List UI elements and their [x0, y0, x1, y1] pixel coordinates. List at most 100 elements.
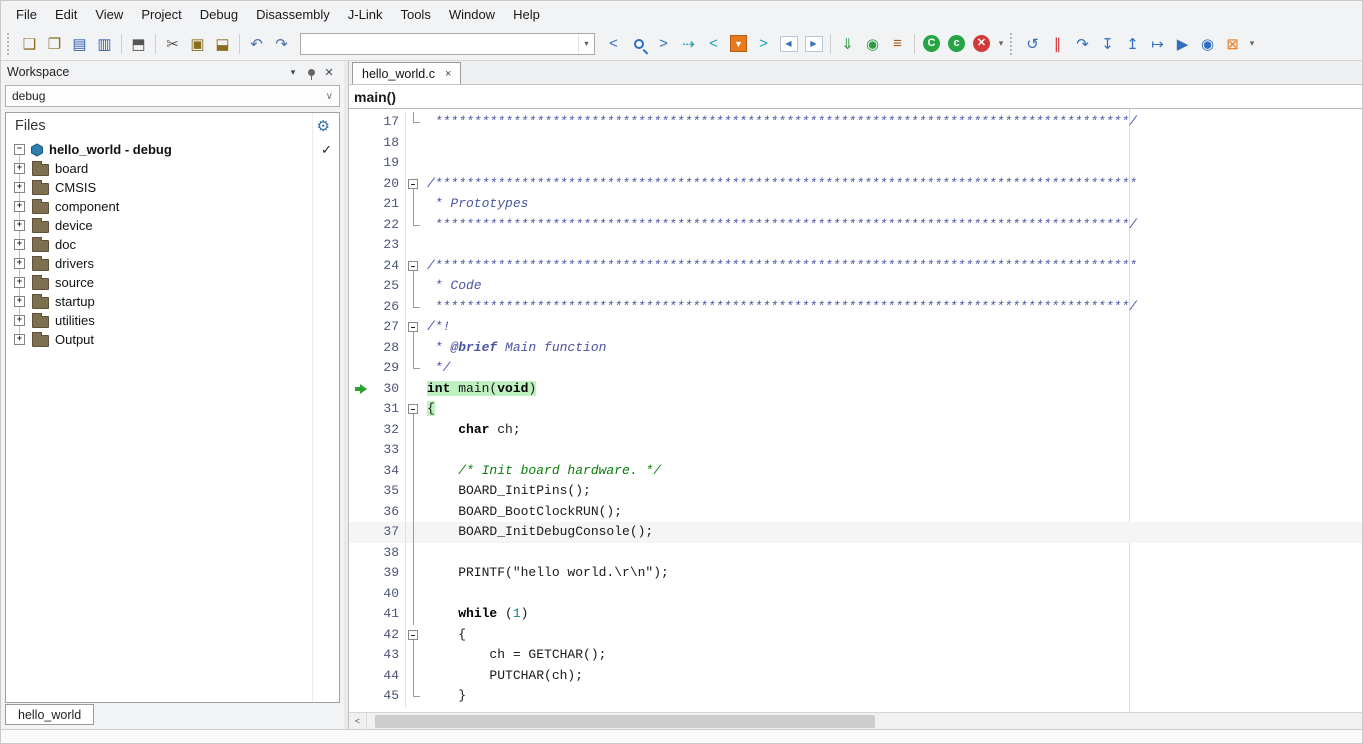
code-text[interactable]: PRINTF("hello world.\r\n");	[421, 563, 1362, 584]
code-line-31[interactable]: 31{	[349, 399, 1362, 420]
code-text[interactable]: BOARD_BootClockRUN();	[421, 502, 1362, 523]
code-text[interactable]: int main(void)	[421, 379, 1362, 400]
menu-item-file[interactable]: File	[7, 3, 46, 26]
expand-icon[interactable]: +	[14, 258, 25, 269]
code-text[interactable]	[421, 153, 1362, 174]
menu-item-window[interactable]: Window	[440, 3, 504, 26]
code-text[interactable]	[421, 133, 1362, 154]
menu-item-project[interactable]: Project	[132, 3, 190, 26]
fold-toggle-icon[interactable]	[405, 174, 421, 195]
code-line-43[interactable]: 43 ch = GETCHAR();	[349, 645, 1362, 666]
break-all-icon[interactable]: ◉	[1195, 31, 1220, 56]
expand-icon[interactable]: +	[14, 182, 25, 193]
code-line-21[interactable]: 21 * Prototypes	[349, 194, 1362, 215]
code-line-26[interactable]: 26 *************************************…	[349, 297, 1362, 318]
menu-item-tools[interactable]: Tools	[391, 3, 439, 26]
code-line-25[interactable]: 25 * Code	[349, 276, 1362, 297]
code-line-45[interactable]: 45 }	[349, 686, 1362, 707]
code-line-30[interactable]: 30int main(void)	[349, 379, 1362, 400]
tree-item-drivers[interactable]: +drivers	[6, 254, 339, 273]
code-text[interactable]: {	[421, 625, 1362, 646]
next-statement-icon[interactable]: ↦	[1145, 31, 1170, 56]
menu-item-debug[interactable]: Debug	[191, 3, 247, 26]
code-text[interactable]: }	[421, 686, 1362, 707]
code-line-18[interactable]: 18	[349, 133, 1362, 154]
horizontal-scrollbar[interactable]: <	[349, 712, 1362, 729]
code-text[interactable]: /*!	[421, 317, 1362, 338]
expand-icon[interactable]: +	[14, 220, 25, 231]
download-and-debug-icon[interactable]: ◉	[860, 31, 885, 56]
code-text[interactable]: PUTCHAR(ch);	[421, 666, 1362, 687]
scrollbar-thumb[interactable]	[375, 715, 875, 728]
code-text[interactable]: /***************************************…	[421, 174, 1362, 195]
code-text[interactable]: char ch;	[421, 420, 1362, 441]
code-line-44[interactable]: 44 PUTCHAR(ch);	[349, 666, 1362, 687]
code-line-22[interactable]: 22 *************************************…	[349, 215, 1362, 236]
tree-item-startup[interactable]: +startup	[6, 292, 339, 311]
copy-icon[interactable]: ▣	[185, 31, 210, 56]
toolbar-overflow-icon[interactable]: ▾	[1245, 38, 1259, 49]
previous-file-icon[interactable]: ◀	[776, 31, 801, 56]
find-icon[interactable]	[626, 31, 651, 56]
fold-toggle-icon[interactable]	[405, 317, 421, 338]
code-text[interactable]	[421, 235, 1362, 256]
break-icon[interactable]: ∥	[1045, 31, 1070, 56]
code-text[interactable]: * Code	[421, 276, 1362, 297]
code-text[interactable]: */	[421, 358, 1362, 379]
code-line-40[interactable]: 40	[349, 584, 1362, 605]
paste-icon[interactable]: ⬓	[210, 31, 235, 56]
search-input[interactable]	[301, 34, 578, 54]
undo-icon[interactable]: ↶	[244, 31, 269, 56]
code-line-34[interactable]: 34 /* Init board hardware. */	[349, 461, 1362, 482]
goto-icon[interactable]: ⇢	[676, 31, 701, 56]
step-over-icon[interactable]: ↷	[1070, 31, 1095, 56]
tab-close-icon[interactable]: ×	[445, 68, 451, 80]
next-file-icon[interactable]: ▶	[801, 31, 826, 56]
collapse-icon[interactable]: −	[14, 144, 25, 155]
open-document-icon[interactable]: ❐	[42, 31, 67, 56]
menu-item-view[interactable]: View	[86, 3, 132, 26]
reset-icon[interactable]: ↺	[1020, 31, 1045, 56]
tree-item-project-root[interactable]: − hello_world - debug ✓	[6, 140, 339, 159]
pin-icon[interactable]	[302, 63, 320, 81]
tab-hello-world-c[interactable]: hello_world.c ×	[352, 62, 461, 84]
code-line-39[interactable]: 39 PRINTF("hello world.\r\n");	[349, 563, 1362, 584]
print-icon[interactable]: ⬒	[126, 31, 151, 56]
tree-item-output[interactable]: +Output	[6, 330, 339, 349]
cut-icon[interactable]: ✂	[160, 31, 185, 56]
scroll-left-icon[interactable]: <	[349, 713, 367, 729]
menu-item-help[interactable]: Help	[504, 3, 549, 26]
code-line-28[interactable]: 28 * @brief Main function	[349, 338, 1362, 359]
find-next-icon[interactable]: >	[651, 31, 676, 56]
tree-item-doc[interactable]: +doc	[6, 235, 339, 254]
expand-icon[interactable]: +	[14, 277, 25, 288]
code-text[interactable]: * Prototypes	[421, 194, 1362, 215]
tree-item-utilities[interactable]: +utilities	[6, 311, 339, 330]
code-line-20[interactable]: 20/*************************************…	[349, 174, 1362, 195]
save-icon[interactable]: ▤	[67, 31, 92, 56]
code-text[interactable]: ****************************************…	[421, 112, 1362, 133]
code-line-41[interactable]: 41 while (1)	[349, 604, 1362, 625]
fold-toggle-icon[interactable]	[405, 256, 421, 277]
code-line-27[interactable]: 27/*!	[349, 317, 1362, 338]
code-text[interactable]: ch = GETCHAR();	[421, 645, 1362, 666]
expand-icon[interactable]: +	[14, 296, 25, 307]
code-text[interactable]	[421, 440, 1362, 461]
code-text[interactable]: ****************************************…	[421, 297, 1362, 318]
tree-item-device[interactable]: +device	[6, 216, 339, 235]
code-text[interactable]: ****************************************…	[421, 215, 1362, 236]
code-line-37[interactable]: 37 BOARD_InitDebugConsole();	[349, 522, 1362, 543]
code-text[interactable]: while (1)	[421, 604, 1362, 625]
code-text[interactable]: /* Init board hardware. */	[421, 461, 1362, 482]
code-line-33[interactable]: 33	[349, 440, 1362, 461]
code-line-42[interactable]: 42 {	[349, 625, 1362, 646]
expand-icon[interactable]: +	[14, 315, 25, 326]
new-document-icon[interactable]: ❏	[17, 31, 42, 56]
code-text[interactable]: * @brief Main function	[421, 338, 1362, 359]
expand-icon[interactable]: +	[14, 163, 25, 174]
stop-build-icon[interactable]: ✕	[969, 31, 994, 56]
previous-bookmark-icon[interactable]: <	[701, 31, 726, 56]
code-text[interactable]: BOARD_InitDebugConsole();	[421, 522, 1362, 543]
code-line-17[interactable]: 17 *************************************…	[349, 112, 1362, 133]
close-icon[interactable]: ✕	[320, 63, 338, 81]
